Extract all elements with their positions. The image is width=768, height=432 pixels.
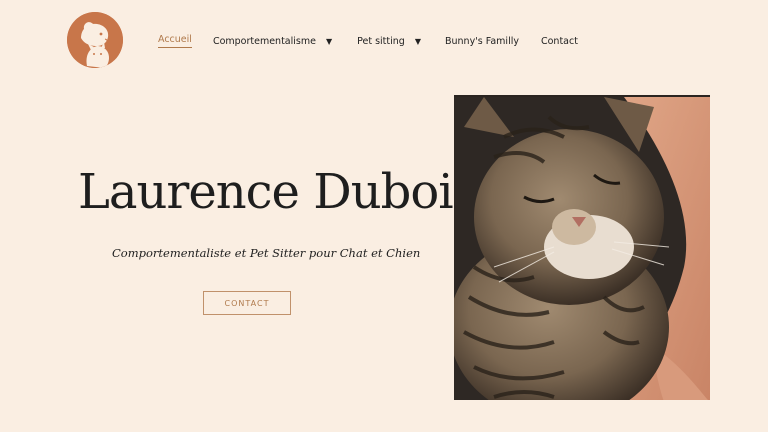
- nav-item-comportementalisme[interactable]: Comportementalisme ▼: [213, 36, 332, 47]
- nav-item-label: Pet sitting: [357, 35, 405, 47]
- nav-item-label: Bunny's Familly: [444, 35, 519, 47]
- contact-button[interactable]: CONTACT: [203, 291, 291, 315]
- nav-item-label: Comportementalisme: [212, 35, 316, 47]
- hero-title: Laurence Dubois: [78, 164, 477, 220]
- nav-item-label: Contact: [540, 35, 578, 47]
- nav-item-bunnys-familly[interactable]: Bunny's Familly: [445, 36, 519, 47]
- sleeping-kitten-image: [454, 97, 710, 400]
- nav-item-label: Accueil: [158, 34, 192, 45]
- brand-logo[interactable]: [67, 12, 123, 68]
- hero-cat-photo: [454, 95, 710, 400]
- nav-item-contact[interactable]: Contact: [541, 36, 578, 47]
- nav-item-accueil[interactable]: Accueil: [158, 34, 192, 48]
- caret-down-icon: ▼: [325, 36, 333, 46]
- main-nav: Accueil Comportementalisme ▼ Pet sitting…: [158, 34, 578, 48]
- dog-cat-logo-icon: [67, 12, 123, 68]
- hero-subtitle: Comportementaliste et Pet Sitter pour Ch…: [112, 246, 421, 260]
- nav-item-pet-sitting[interactable]: Pet sitting ▼: [357, 36, 421, 47]
- caret-down-icon: ▼: [414, 36, 421, 46]
